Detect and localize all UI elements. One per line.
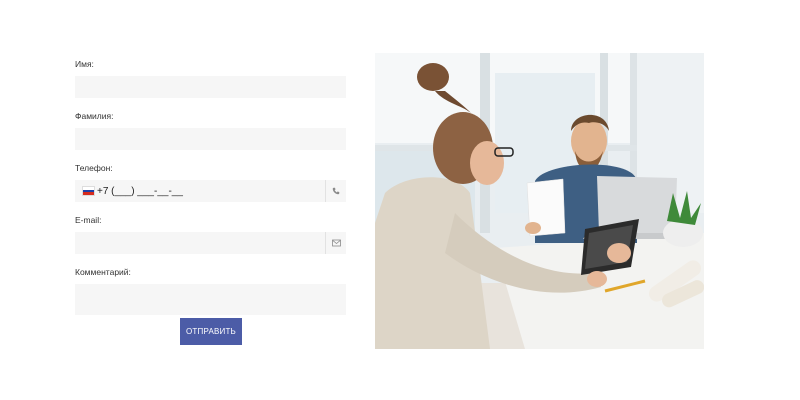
phone-field-box (75, 180, 346, 202)
email-group: E-mail: (75, 214, 346, 254)
comment-label: Комментарий: (75, 267, 131, 277)
first-name-label: Имя: (75, 59, 94, 69)
phone-addon (325, 180, 346, 202)
last-name-group: Фамилия: (75, 110, 346, 150)
email-addon (325, 232, 346, 254)
phone-label: Телефон: (75, 163, 113, 173)
comment-group: Комментарий: (75, 266, 346, 315)
comment-input[interactable] (75, 284, 346, 315)
phone-input-wrap (97, 180, 324, 202)
envelope-icon (331, 239, 341, 247)
first-name-field-box (75, 76, 346, 98)
comment-field-box (75, 284, 346, 315)
first-name-input[interactable] (75, 76, 346, 98)
phone-icon (332, 187, 340, 195)
email-label: E-mail: (75, 215, 102, 225)
russia-flag-icon[interactable] (82, 186, 95, 196)
office-meeting-photo (375, 53, 704, 349)
submit-button[interactable]: ОТПРАВИТЬ (180, 318, 242, 345)
last-name-field-box (75, 128, 346, 150)
phone-input[interactable] (97, 180, 324, 202)
first-name-group: Имя: (75, 58, 346, 98)
phone-group: Телефон: (75, 162, 346, 202)
email-input[interactable] (75, 232, 325, 254)
last-name-input[interactable] (75, 128, 346, 150)
last-name-label: Фамилия: (75, 111, 114, 121)
email-field-box (75, 232, 346, 254)
contact-form: Имя: Фамилия: Телефон: +7 (___) ___-__-_… (75, 58, 346, 315)
photo-illustration (375, 53, 704, 349)
